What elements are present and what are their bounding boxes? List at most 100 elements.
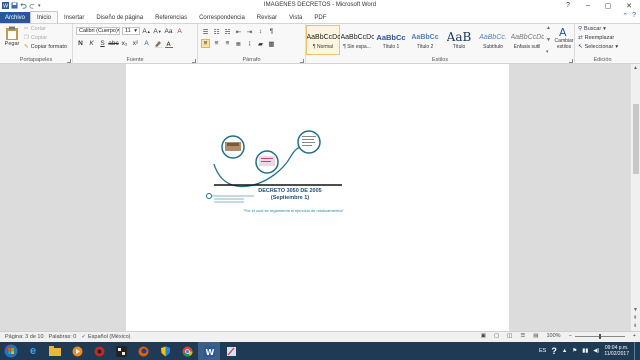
font-family-select[interactable]: Calibri (Cuerpo)▾ [76, 27, 120, 35]
font-color-icon[interactable]: A [164, 39, 173, 48]
cut-button[interactable]: ✂ Cortar [24, 26, 46, 32]
superscript-button[interactable]: x² [131, 39, 140, 48]
view-web-icon[interactable]: ◫ [507, 333, 512, 339]
style-subtitle[interactable]: AaBbCc. Subtítulo [476, 25, 510, 55]
clock[interactable]: 09:04 p.m. 11/02/2017 [604, 345, 629, 357]
start-button[interactable] [0, 342, 22, 360]
replace-button[interactable]: ⇄ Reemplazar [578, 35, 614, 41]
increase-indent-icon[interactable]: ⇥ [245, 27, 254, 36]
next-page-icon[interactable]: ⇟ [633, 323, 637, 329]
decree-marker[interactable] [206, 193, 255, 203]
style-subtle-emphasis[interactable]: AaBbCcDc Énfasis sutil [510, 25, 544, 55]
tab-pdf[interactable]: PDF [308, 12, 332, 23]
borders-icon[interactable]: ▦ [267, 39, 276, 48]
gallery-up-icon[interactable]: ▲ [546, 25, 552, 31]
align-right-icon[interactable]: ≡ [223, 39, 232, 48]
align-left-icon[interactable]: ≡ [201, 39, 210, 48]
shrink-font-icon[interactable]: A ▼ [153, 27, 162, 36]
tab-archivo[interactable]: Archivo [0, 12, 31, 23]
flag-icon[interactable]: ⚑ [572, 348, 577, 354]
tab-inicio[interactable]: Inicio [30, 11, 59, 23]
italic-button[interactable]: K [87, 39, 96, 48]
multilevel-list-icon[interactable]: ☵ [223, 27, 232, 36]
align-center-icon[interactable]: ≡ [212, 39, 221, 48]
scroll-down-icon[interactable]: ▼ [633, 307, 638, 313]
text-effects-icon[interactable]: A [142, 39, 151, 48]
change-case-icon[interactable]: Aa [164, 27, 173, 36]
view-draft-icon[interactable]: ▤ [533, 333, 538, 339]
sort-icon[interactable]: ↕ [256, 27, 265, 36]
numbering-icon[interactable]: ☷ [212, 27, 221, 36]
word-count[interactable]: Palabras: 0 [49, 334, 77, 340]
zoom-slider-knob[interactable] [598, 333, 601, 339]
style-title[interactable]: AaB Título [442, 25, 476, 55]
tab-correspondencia[interactable]: Correspondencia [193, 12, 251, 23]
help-icon[interactable]: ? [558, 0, 578, 11]
zoom-out-icon[interactable]: − [569, 333, 572, 339]
word-logo-icon[interactable]: W [2, 2, 9, 9]
view-outline-icon[interactable]: ☰ [520, 333, 525, 339]
line-spacing-icon[interactable]: ↨ [245, 39, 254, 48]
taskbar-chrome[interactable] [176, 342, 198, 360]
view-fullscreen-icon[interactable]: ▢ [494, 333, 499, 339]
document-page[interactable]: DECRETO 3050 DE 2005 (Septiembre 1) "Por… [126, 64, 509, 331]
format-painter-button[interactable]: ✎ Copiar formato [24, 44, 67, 50]
zoom-in-icon[interactable]: + [633, 333, 636, 339]
minimize-ribbon-icon[interactable]: ⌃ [622, 12, 628, 20]
diagram-circle-1[interactable] [221, 135, 245, 159]
zoom-level[interactable]: 100% [546, 333, 560, 339]
help-circle-icon[interactable]: ? [632, 12, 636, 20]
tab-insertar[interactable]: Insertar [58, 12, 90, 23]
maximize-button[interactable]: ▢ [598, 0, 618, 11]
gallery-more-icon[interactable]: ▾ [546, 49, 552, 55]
taskbar-explorer[interactable] [44, 342, 66, 360]
copy-button[interactable]: ❐ Copiar [24, 35, 47, 41]
minimize-button[interactable]: – [578, 0, 598, 11]
show-marks-icon[interactable]: ¶ [267, 27, 276, 36]
scroll-up-icon[interactable]: ▲ [633, 65, 638, 71]
taskbar-ie[interactable]: e [22, 342, 44, 360]
style-heading-1[interactable]: AaBbCc Título 1 [374, 25, 408, 55]
taskbar-word[interactable]: W [198, 342, 220, 360]
help-tray-icon[interactable]: ? [551, 346, 557, 356]
zoom-slider[interactable] [574, 333, 625, 339]
qat-customize-icon[interactable]: ▾ [38, 3, 41, 9]
bullets-icon[interactable]: ☰ [201, 27, 210, 36]
styles-launcher-icon[interactable] [569, 59, 573, 63]
taskbar-firefox[interactable] [132, 342, 154, 360]
paragraph-launcher-icon[interactable] [300, 59, 304, 63]
paste-button[interactable]: Pegar [3, 26, 21, 47]
subscript-button[interactable]: x₂ [120, 39, 129, 48]
scroll-thumb[interactable] [633, 104, 639, 174]
tab-referencias[interactable]: Referencias [149, 12, 193, 23]
vertical-scrollbar[interactable]: ▲ ▼ ⇞ ⇟ [630, 64, 640, 331]
tray-arrow-icon[interactable]: ▲ [562, 348, 567, 354]
taskbar-app-5[interactable] [110, 342, 132, 360]
taskbar-security[interactable] [154, 342, 176, 360]
justify-icon[interactable]: ≣ [234, 39, 243, 48]
prev-page-icon[interactable]: ⇞ [633, 315, 637, 321]
redo-icon[interactable] [29, 2, 36, 9]
diagram-circle-2[interactable] [255, 150, 279, 174]
highlight-icon[interactable] [153, 39, 162, 48]
decrease-indent-icon[interactable]: ⇤ [234, 27, 243, 36]
select-button[interactable]: ↖ Seleccionar ▾ [578, 44, 618, 50]
taskbar-paint[interactable] [220, 342, 242, 360]
language-indicator[interactable]: Español (México) [88, 334, 131, 340]
taskbar-media[interactable] [66, 342, 88, 360]
save-icon[interactable] [11, 2, 18, 9]
taskbar-app-4[interactable] [88, 342, 110, 360]
show-desktop-button[interactable] [634, 342, 638, 360]
change-styles-button[interactable]: A Cambiar estilos [553, 26, 575, 50]
network-icon[interactable]: ▮▮ [582, 348, 588, 354]
style-heading-2[interactable]: AaBbCc Título 2 [408, 25, 442, 55]
view-print-icon[interactable]: ▣ [481, 333, 486, 339]
bold-button[interactable]: N [76, 39, 85, 48]
tab-vista[interactable]: Vista [283, 12, 308, 23]
font-size-select[interactable]: 11 ▾ [122, 27, 140, 35]
grow-font-icon[interactable]: A ▲ [142, 27, 151, 36]
tab-revisar[interactable]: Revisar [251, 12, 283, 23]
style-normal[interactable]: AaBbCcDc ¶ Normal [306, 25, 340, 55]
keyboard-language[interactable]: ES [539, 348, 546, 354]
undo-icon[interactable] [20, 2, 27, 9]
